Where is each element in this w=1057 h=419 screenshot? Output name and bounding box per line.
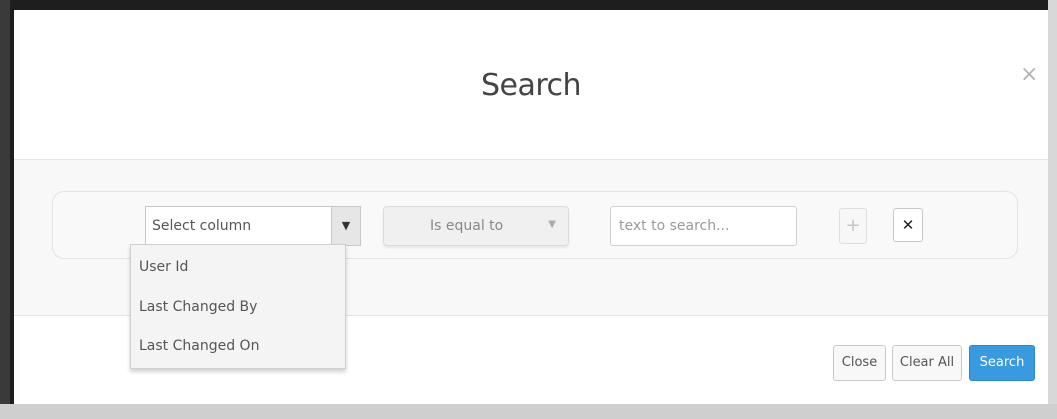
close-button[interactable]: Close [833, 345, 886, 381]
search-text-input[interactable] [610, 206, 797, 246]
operator-select-value: Is equal to [430, 218, 504, 234]
background-strip-left [0, 0, 10, 419]
operator-select[interactable]: Is equal to ▼ [383, 206, 569, 246]
modal-header: Search × [14, 10, 1048, 160]
column-select-value: Select column [152, 218, 252, 234]
caret-down-icon: ▼ [548, 219, 556, 230]
plus-icon: + [845, 215, 861, 236]
clear-all-button[interactable]: Clear All [892, 345, 962, 381]
caret-down-icon[interactable]: ▼ [331, 207, 360, 245]
x-icon: ✕ [901, 216, 915, 234]
modal-title: Search [480, 68, 582, 103]
column-select[interactable]: Select column ▼ [145, 206, 361, 246]
background-strip-bottom [0, 404, 1057, 419]
column-option[interactable]: User Id [131, 249, 345, 285]
background-strip-right [1048, 0, 1057, 419]
remove-filter-button[interactable]: ✕ [893, 208, 923, 242]
search-button[interactable]: Search [969, 345, 1035, 381]
column-option[interactable]: Last Changed By [131, 289, 345, 325]
close-icon[interactable]: × [1020, 64, 1038, 86]
add-filter-button[interactable]: + [839, 208, 867, 244]
column-option[interactable]: Last Changed On [131, 328, 345, 364]
column-dropdown-list: User Id Last Changed By Last Changed On [130, 244, 346, 369]
